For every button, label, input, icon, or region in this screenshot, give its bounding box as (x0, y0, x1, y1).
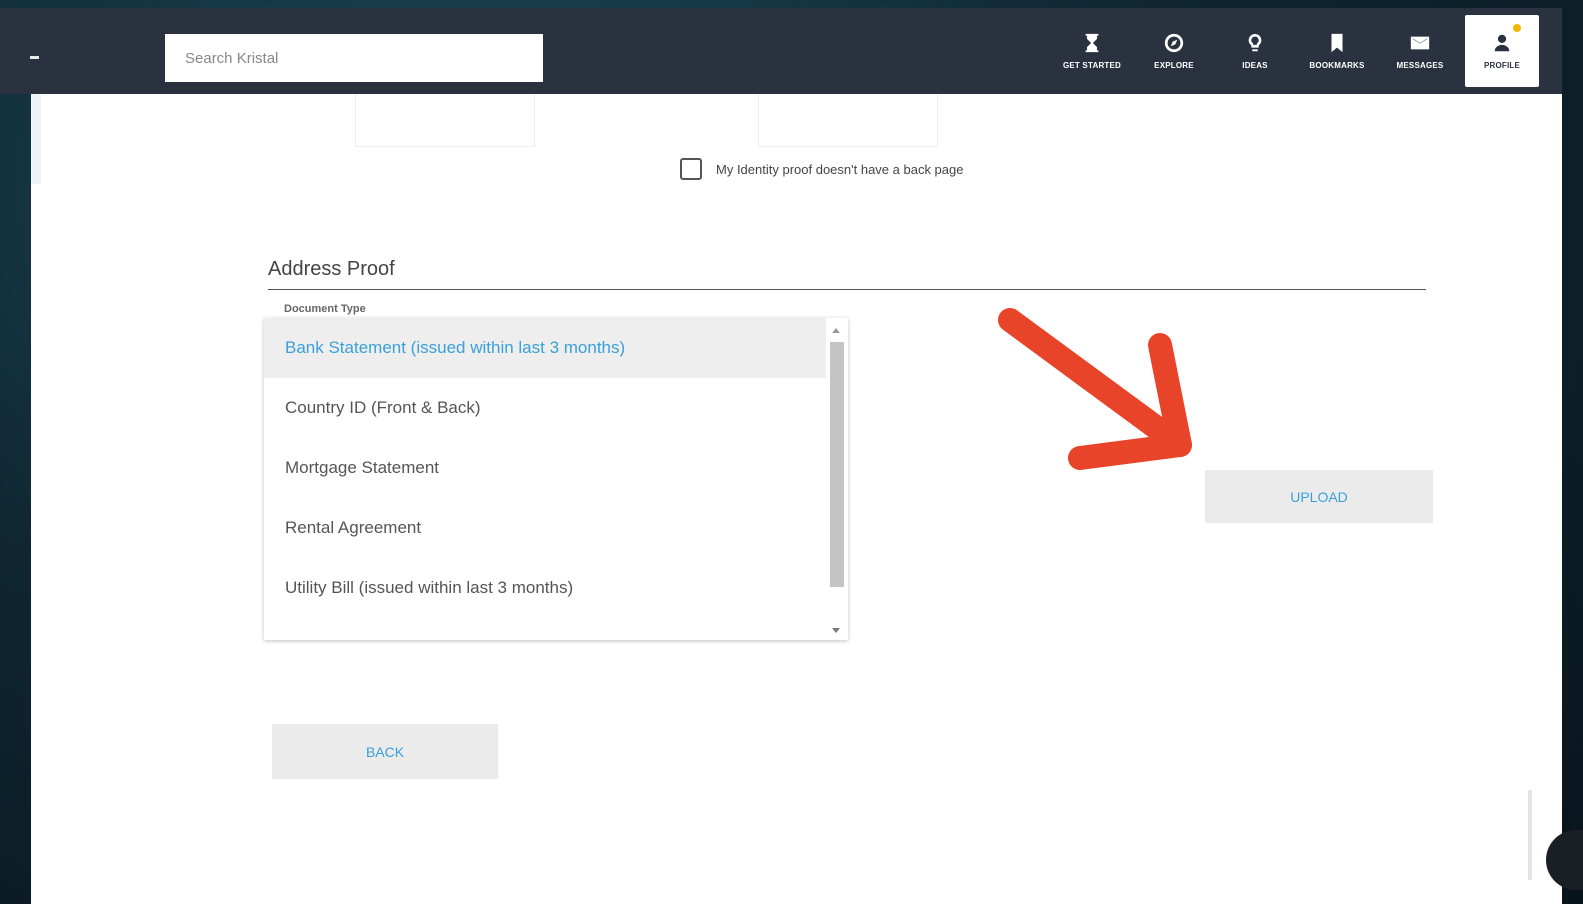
document-type-listbox[interactable]: Bank Statement (issued within last 3 mon… (264, 318, 848, 640)
no-back-page-checkbox[interactable] (680, 158, 702, 180)
list-item[interactable]: Utility Bill (issued within last 3 month… (264, 558, 826, 618)
user-icon (1494, 34, 1510, 52)
hourglass-icon (1085, 33, 1099, 53)
list-item[interactable]: Mortgage Statement (264, 438, 826, 498)
nav-messages[interactable]: MESSAGES (1387, 8, 1453, 94)
top-navigation-bar: GET STARTED EXPLORE IDEAS BOOKMARKS MESS… (0, 8, 1562, 94)
menu-toggle-icon[interactable] (30, 56, 39, 59)
nav-ideas[interactable]: IDEAS (1230, 8, 1280, 94)
nav-label: IDEAS (1242, 61, 1268, 70)
list-item[interactable]: Country ID (Front & Back) (264, 378, 826, 438)
side-strip (31, 94, 41, 184)
nav-explore[interactable]: EXPLORE (1145, 8, 1203, 94)
envelope-icon (1410, 36, 1430, 50)
id-front-upload-box[interactable] (355, 94, 535, 147)
nav-label: PROFILE (1483, 61, 1521, 70)
nav-label: EXPLORE (1154, 61, 1194, 70)
bookmark-icon (1331, 33, 1343, 53)
section-title: Address Proof (268, 258, 395, 280)
id-back-upload-box[interactable] (758, 94, 938, 147)
lightbulb-icon (1248, 33, 1262, 52)
upload-button[interactable]: UPLOAD (1205, 470, 1433, 523)
list-item[interactable]: Rental Agreement (264, 498, 826, 558)
panel-edge (1528, 790, 1532, 880)
no-back-page-row: My Identity proof doesn't have a back pa… (680, 158, 963, 180)
scroll-up-arrow-icon[interactable] (832, 328, 840, 333)
section-divider (268, 289, 1426, 290)
nav-profile[interactable]: PROFILE (1465, 15, 1539, 87)
nav-label: MESSAGES (1396, 61, 1444, 70)
nav-get-started[interactable]: GET STARTED (1055, 8, 1129, 94)
document-type-label: Document Type (284, 303, 366, 315)
notification-badge (1513, 24, 1521, 32)
no-back-page-label: My Identity proof doesn't have a back pa… (716, 161, 964, 177)
search-input[interactable] (165, 34, 543, 82)
scrollbar-thumb[interactable] (830, 342, 844, 587)
nav-label: BOOKMARKS (1309, 61, 1365, 70)
nav-label: GET STARTED (1062, 61, 1122, 70)
scroll-down-arrow-icon[interactable] (832, 628, 840, 633)
nav-bookmarks[interactable]: BOOKMARKS (1300, 8, 1374, 94)
back-button[interactable]: BACK (272, 724, 498, 779)
compass-icon (1164, 33, 1184, 53)
list-item[interactable]: Bank Statement (issued within last 3 mon… (264, 318, 826, 378)
